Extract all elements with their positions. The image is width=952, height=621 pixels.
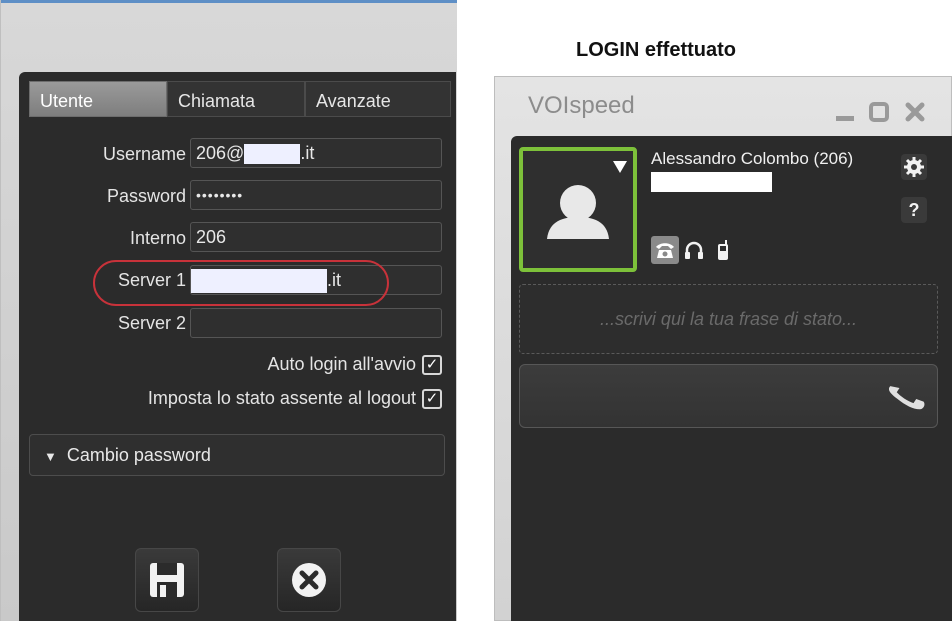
user-silhouette-icon [547, 161, 627, 239]
avatar[interactable] [519, 147, 637, 272]
server2-label: Server 2 [117, 313, 186, 333]
maximize-icon [869, 102, 889, 122]
password-field[interactable]: •••••••• [190, 180, 442, 210]
window-accent-bar [1, 0, 457, 3]
maximize-button[interactable] [868, 101, 890, 123]
app-title: VOIspeed [528, 92, 635, 119]
user-name: Alessandro Colombo (206) [651, 149, 854, 168]
settings-button[interactable] [901, 154, 927, 180]
settings-tabbar: Utente Chiamata Avanzate [29, 81, 451, 117]
desk-phone-icon [656, 243, 674, 258]
phone-handset-icon[interactable] [889, 377, 925, 417]
caption-text: LOGIN effettuato [576, 39, 736, 61]
headset-icon [685, 241, 703, 259]
interno-field[interactable]: 206 [190, 222, 442, 252]
minimize-button[interactable] [834, 101, 856, 123]
password-label: Password [106, 186, 186, 206]
username-label: Username [102, 144, 186, 164]
close-icon [905, 102, 925, 122]
username-prefix: 206@ [196, 143, 245, 163]
away-on-logout-label: Imposta lo stato assente al logout [147, 388, 416, 408]
save-button[interactable] [135, 548, 199, 612]
away-on-logout-checkbox[interactable]: ✓ [422, 388, 442, 409]
change-password-toggle[interactable]: ▼ Cambio password [29, 434, 445, 476]
status-message-input[interactable]: ...scrivi qui la tua frase di stato... [519, 284, 938, 354]
tab-utente[interactable]: Utente [29, 81, 167, 117]
redacted-block [651, 172, 772, 192]
save-icon [150, 563, 184, 597]
desk-phone-device[interactable] [651, 236, 679, 264]
headset-device[interactable] [680, 236, 708, 264]
gear-icon [904, 157, 924, 177]
tab-chiamata[interactable]: Chiamata [167, 81, 305, 117]
mobile-phone-icon [718, 240, 728, 260]
auto-login-option[interactable]: Auto login all'avvio ✓ [267, 354, 442, 375]
tab-avanzate[interactable]: Avanzate [305, 81, 451, 117]
change-password-label: Cambio password [66, 445, 211, 465]
interno-label: Interno [129, 228, 186, 248]
auto-login-checkbox[interactable]: ✓ [422, 354, 442, 375]
mobile-phone-device[interactable] [709, 236, 737, 264]
dial-box[interactable] [519, 364, 938, 428]
help-button[interactable]: ? [901, 197, 927, 223]
minimize-icon [836, 116, 854, 121]
triangle-down-icon: ▼ [44, 449, 57, 464]
close-icon [292, 563, 326, 597]
username-field[interactable]: 206@ .it [190, 138, 442, 168]
server2-field[interactable] [190, 308, 442, 338]
auto-login-label: Auto login all'avvio [267, 354, 416, 374]
redacted-block [244, 144, 301, 165]
question-icon: ? [908, 199, 920, 220]
settings-panel: Utente Chiamata Avanzate Username 206@ .i… [19, 72, 456, 621]
close-window-button[interactable] [904, 101, 926, 123]
username-suffix: .it [300, 143, 315, 163]
cancel-button[interactable] [277, 548, 341, 612]
away-on-logout-option[interactable]: Imposta lo stato assente al logout ✓ [148, 388, 442, 409]
server1-highlight-circle [93, 260, 389, 306]
